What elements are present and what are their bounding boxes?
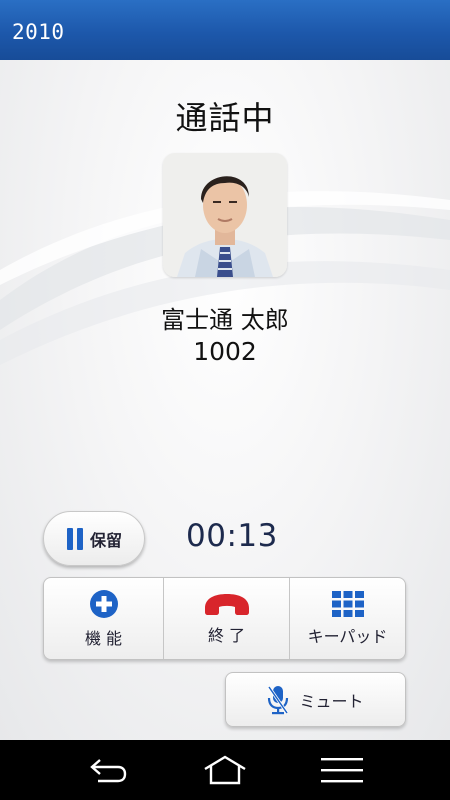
navigation-bar <box>0 740 450 800</box>
contact-name: 富士通 太郎 <box>161 306 289 334</box>
plus-circle-icon <box>89 589 118 618</box>
back-arrow-icon <box>90 759 127 783</box>
mute-label: ミュート <box>299 691 364 711</box>
hold-button[interactable]: 保留 <box>43 511 145 566</box>
keypad-grid-icon <box>331 590 364 617</box>
nav-home-button[interactable] <box>195 740 255 800</box>
home-icon <box>204 755 246 785</box>
contact-avatar <box>163 153 287 277</box>
hold-label: 保留 <box>89 530 122 550</box>
contact-number: 1002 <box>193 337 257 366</box>
nav-menu-button[interactable] <box>312 740 372 800</box>
end-call-button[interactable]: 終 了 <box>163 578 289 659</box>
call-timer: 00:13 <box>186 518 278 554</box>
call-state-title: 通話中 <box>175 99 275 137</box>
nav-back-button[interactable] <box>78 740 138 800</box>
keypad-label: キーパッド <box>307 626 388 646</box>
person-photo-icon <box>163 153 287 277</box>
functions-button[interactable]: 機 能 <box>44 578 163 659</box>
menu-icon <box>320 758 363 783</box>
microphone-off-icon <box>268 685 289 714</box>
mute-button[interactable]: ミュート <box>225 672 406 727</box>
hang-up-icon <box>204 593 249 615</box>
end-call-label: 終 了 <box>207 625 246 645</box>
call-screen: 通話中 富士通 太郎 1002 保留 00:13 機 能 終 了 キーパッド ミ… <box>0 60 450 740</box>
call-action-bar: 機 能 終 了 キーパッド <box>43 577 406 660</box>
keypad-button[interactable]: キーパッド <box>289 578 405 659</box>
status-bar-label: 2010 <box>12 20 65 44</box>
pause-icon <box>66 527 83 550</box>
status-bar: 2010 <box>0 0 450 60</box>
functions-label: 機 能 <box>84 628 123 648</box>
